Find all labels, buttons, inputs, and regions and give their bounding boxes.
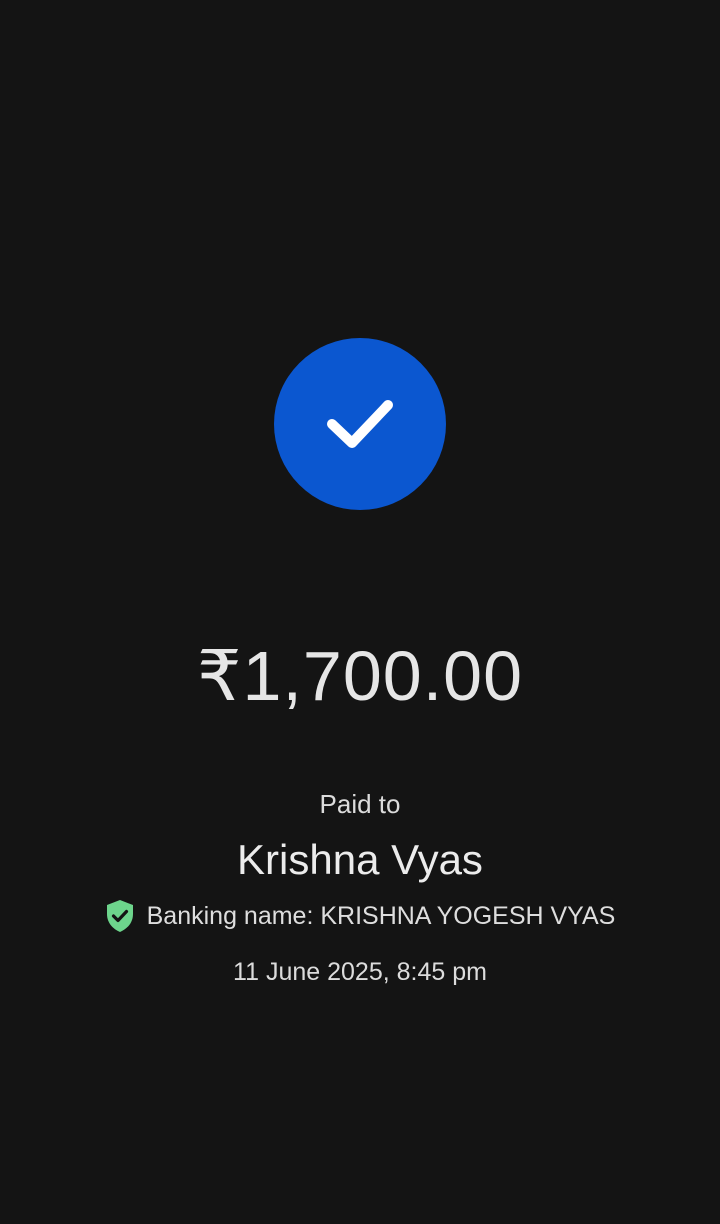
success-badge <box>274 338 446 510</box>
payment-amount: ₹1,700.00 <box>196 637 524 715</box>
paid-to-label: Paid to <box>319 789 401 819</box>
payee-name: Krishna Vyas <box>237 836 483 883</box>
banking-name: Banking name: KRISHNA YOGESH VYAS <box>146 902 616 930</box>
banking-name-row: Banking name: KRISHNA YOGESH VYAS <box>0 898 720 934</box>
checkmark-icon <box>327 400 393 448</box>
payment-timestamp: 11 June 2025, 8:45 pm <box>233 958 487 986</box>
verified-shield-icon <box>106 900 133 932</box>
payment-success-screen: ₹1,700.00 Paid to Krishna Vyas Banking n… <box>0 0 720 1224</box>
